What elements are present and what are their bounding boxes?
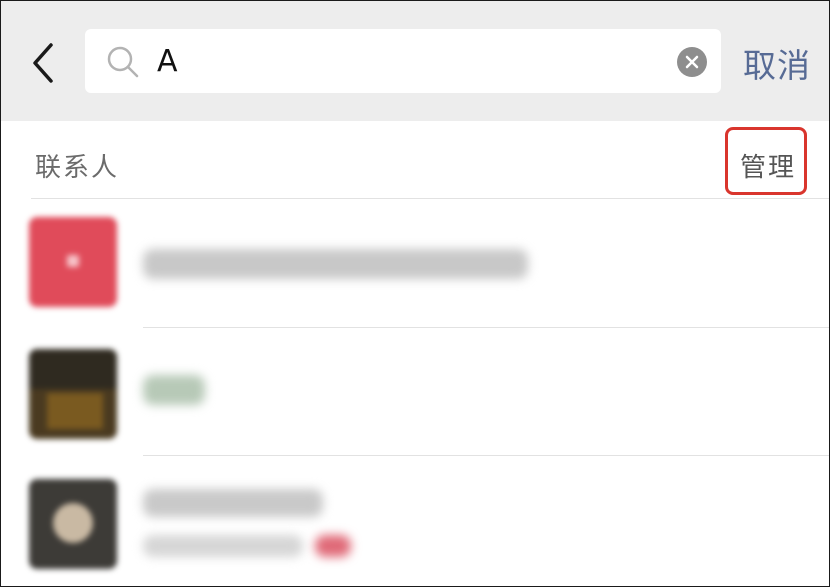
manage-button[interactable]: 管理 (725, 127, 807, 195)
contact-name-redacted (143, 249, 528, 279)
contact-row[interactable] (1, 457, 829, 585)
avatar (29, 349, 117, 439)
contact-row[interactable] (1, 201, 829, 329)
section-title-contacts: 联系人 (35, 153, 120, 183)
avatar (29, 479, 117, 569)
search-bar: 取消 (1, 1, 829, 121)
contact-name-redacted (143, 375, 205, 405)
cancel-button[interactable]: 取消 (743, 39, 811, 87)
search-icon (107, 46, 139, 78)
contact-tag-redacted (315, 535, 351, 557)
manage-button-label: 管理 (740, 153, 797, 183)
avatar (29, 217, 117, 307)
search-field[interactable] (85, 29, 721, 93)
row-divider (143, 455, 829, 456)
clear-button[interactable] (677, 47, 707, 77)
row-divider (143, 327, 829, 328)
search-screen: 取消 联系人 管理 (0, 0, 830, 587)
contact-name-redacted (143, 489, 323, 517)
contact-row[interactable] (1, 329, 829, 457)
clear-icon (685, 55, 699, 69)
back-arrow-icon (33, 43, 53, 83)
section-divider (31, 198, 829, 199)
back-button[interactable] (23, 35, 67, 91)
contact-detail-redacted (143, 535, 303, 557)
search-input[interactable] (157, 37, 657, 85)
